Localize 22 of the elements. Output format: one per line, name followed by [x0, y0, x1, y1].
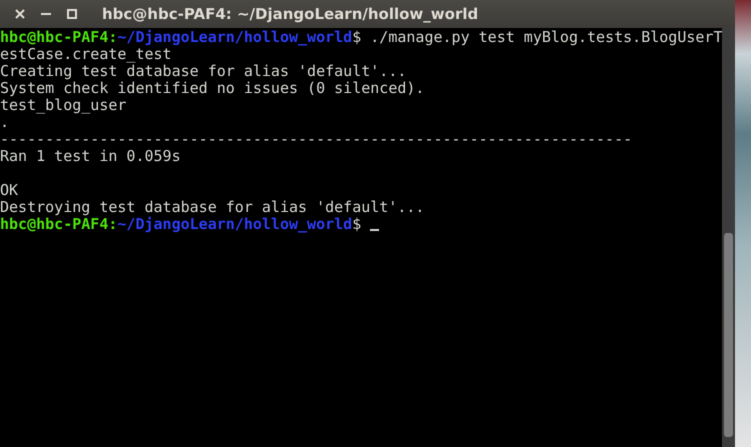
- output-line: Creating test database for alias 'default'...: [0, 62, 406, 80]
- prompt-symbol: $: [352, 215, 362, 233]
- output-line: estCase.create_test: [0, 45, 172, 63]
- prompt-path: ~/DjangoLearn/hollow_world: [117, 28, 352, 46]
- output-line: System check identified no issues (0 silenced).: [0, 79, 424, 97]
- output-line: ----------------------------------------------------------------------: [0, 130, 632, 148]
- output-line: .: [0, 113, 10, 131]
- scrollbar-thumb[interactable]: [724, 233, 733, 437]
- window-title: hbc@hbc-PAF4: ~/DjangoLearn/hollow_world: [102, 5, 478, 23]
- command-text: ./manage.py test myBlog.tests.BlogUserT: [370, 28, 722, 46]
- output-line: OK: [0, 181, 18, 199]
- output-line: test_blog_user: [0, 96, 126, 114]
- output-line: Destroying test database for alias 'default'...: [0, 198, 424, 216]
- prompt-path: ~/DjangoLearn/hollow_world: [117, 215, 352, 233]
- prompt-user: hbc@hbc-PAF4:: [0, 28, 118, 46]
- output-line: Ran 1 test in 0.059s: [0, 147, 181, 165]
- close-icon: [15, 9, 25, 19]
- prompt-user: hbc@hbc-PAF4:: [0, 215, 118, 233]
- minimize-icon: [41, 13, 51, 15]
- prompt-symbol: $: [352, 28, 362, 46]
- scrollbar[interactable]: [722, 28, 735, 447]
- maximize-icon: [67, 9, 77, 19]
